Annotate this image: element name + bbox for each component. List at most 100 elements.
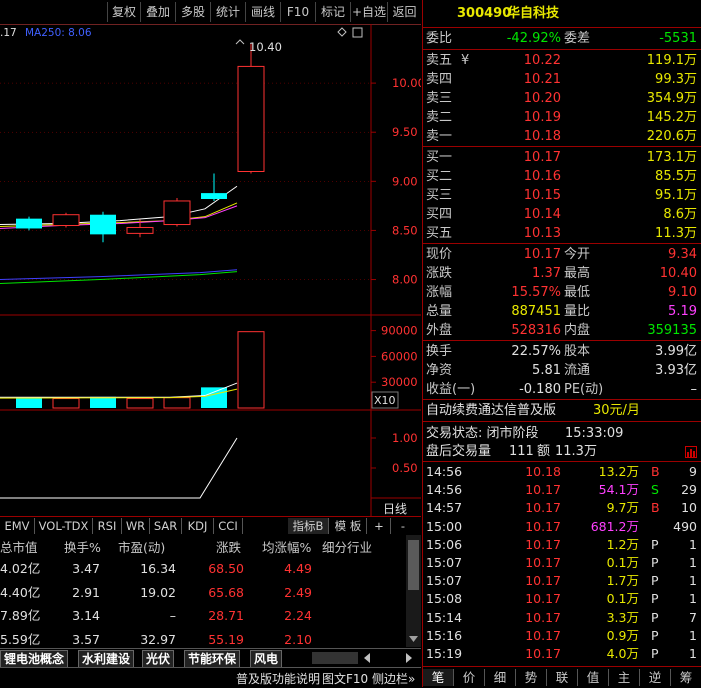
- sector-tab-scrollbar[interactable]: [312, 652, 358, 664]
- stat-value: 10.17: [523, 247, 561, 262]
- candle-body: [90, 214, 116, 235]
- tick-row[interactable]: 14:56 10.17 54.1万 S 29: [423, 481, 701, 499]
- ask-row[interactable]: 卖三 10.20 354.9万: [423, 89, 701, 108]
- toolbar-overlay-button[interactable]: 叠加: [140, 2, 175, 22]
- tick-count: 1: [689, 573, 697, 589]
- toolbar-restore-rights-button[interactable]: 复权: [107, 2, 140, 22]
- bid-row[interactable]: 买一 10.17 173.1万: [423, 148, 701, 167]
- ad-row[interactable]: 自动续费通达信普及版 30元/月: [423, 401, 701, 420]
- block-table-row[interactable]: 4.40亿 2.91 19.02 65.68 2.49: [0, 581, 405, 604]
- tab-cci[interactable]: CCI: [214, 518, 243, 534]
- quote-tab[interactable]: 筹: [671, 669, 701, 686]
- quote-tab[interactable]: 值: [578, 669, 609, 686]
- toolbar-statistics-button[interactable]: 统计: [210, 2, 245, 22]
- quote-tab[interactable]: 细: [485, 669, 516, 686]
- ask-row[interactable]: 卖二 10.19 145.2万: [423, 108, 701, 127]
- tick-row[interactable]: 15:14 10.17 3.3万 P 7: [423, 609, 701, 627]
- cell-mcap: 7.89亿: [0, 608, 41, 623]
- ask-row[interactable]: 卖四 10.21 99.3万: [423, 70, 701, 89]
- toolbar-mark-button[interactable]: 标记: [315, 2, 350, 22]
- ask-row[interactable]: 卖一 10.18 220.6万: [423, 127, 701, 146]
- toolbar-multi-stock-button[interactable]: 多股: [175, 2, 210, 22]
- ad-price[interactable]: 30元/月: [593, 401, 640, 420]
- indicator-tab-bar: EMV VOL-TDX RSI WR SAR KDJ CCI 指标B 模 板 +…: [0, 516, 421, 535]
- header-sub-industry[interactable]: 细分行业: [322, 537, 372, 556]
- indicator-remove-button[interactable]: -: [392, 518, 414, 534]
- candle-body: [237, 65, 265, 172]
- indicator-add-button[interactable]: +: [368, 518, 391, 534]
- ask-row[interactable]: 卖五 ¥10.22 119.1万: [423, 51, 701, 70]
- ad-text[interactable]: 自动续费通达信普及版: [426, 401, 556, 420]
- bar-chart-icon[interactable]: [685, 446, 697, 458]
- tick-row[interactable]: 15:06 10.17 1.2万 P 1: [423, 536, 701, 554]
- quote-tab[interactable]: 主: [609, 669, 640, 686]
- tick-volume: 1.7万: [606, 573, 639, 589]
- quote-tab[interactable]: 逆: [640, 669, 671, 686]
- toolbar-back-button[interactable]: 返回: [387, 2, 421, 22]
- quote-tab[interactable]: 价: [454, 669, 485, 686]
- window-toggle-icon[interactable]: [352, 27, 363, 38]
- sector-tab-energy-saving[interactable]: 节能环保: [184, 650, 241, 668]
- kline-chart[interactable]: .17 MA250: 8.06 10.00 9.50 9.00 8.50 8.00 90…: [0, 24, 421, 516]
- bottom-strip: 普及版功能说明 图文F10 侧边栏»: [0, 667, 421, 688]
- header-total-mcap[interactable]: 总市值: [0, 537, 38, 556]
- sidebar-link[interactable]: 侧边栏»: [372, 670, 415, 687]
- sector-tab-wind[interactable]: 风电: [250, 650, 283, 668]
- sector-tab-water[interactable]: 水利建设: [78, 650, 135, 668]
- cell-change: 65.68: [208, 584, 244, 600]
- tab-sar[interactable]: SAR: [150, 518, 182, 534]
- header-turnover[interactable]: 换手%: [64, 537, 101, 556]
- fundamental-label: PE(动): [564, 382, 604, 397]
- block-table-row[interactable]: 4.02亿 3.47 16.34 68.50 4.49: [0, 557, 405, 580]
- toolbar-draw-line-button[interactable]: 画线: [245, 2, 280, 22]
- bid-row[interactable]: 买二 10.16 85.5万: [423, 167, 701, 186]
- f10-link[interactable]: 图文F10: [322, 670, 368, 687]
- bid-row[interactable]: 买四 10.14 8.6万: [423, 205, 701, 224]
- bid-label: 买一: [426, 150, 453, 165]
- header-change[interactable]: 涨跌: [216, 537, 241, 556]
- help-link[interactable]: 普及版功能说明: [236, 670, 320, 687]
- tick-price: 10.17: [525, 591, 561, 607]
- header-pe[interactable]: 市盈(动): [118, 537, 165, 556]
- tick-time: 14:57: [426, 500, 463, 516]
- tab-kdj[interactable]: KDJ: [182, 518, 214, 534]
- sector-tab-pv[interactable]: 光伏: [142, 650, 175, 668]
- toolbar-f10-button[interactable]: F10: [280, 2, 315, 22]
- bid-row[interactable]: 买五 10.13 11.3万: [423, 224, 701, 243]
- tick-side: P: [651, 573, 659, 589]
- quote-tab[interactable]: 联: [547, 669, 578, 686]
- header-avg-change[interactable]: 均涨幅%: [262, 537, 311, 556]
- ask-label: 卖一: [426, 129, 453, 144]
- block-table-row[interactable]: 7.89亿 3.14 – 28.71 2.24: [0, 604, 405, 627]
- tick-row[interactable]: 15:00 10.17 681.2万 490: [423, 518, 701, 536]
- tick-row[interactable]: 15:16 10.17 0.9万 P 1: [423, 627, 701, 645]
- index-b-button[interactable]: 指标B: [288, 518, 329, 534]
- template-button[interactable]: 模 板: [330, 518, 367, 534]
- tick-row[interactable]: 15:07 10.17 0.1万 P 1: [423, 554, 701, 572]
- stat-value: 9.34: [668, 247, 697, 262]
- quote-tab[interactable]: 笔: [423, 669, 454, 686]
- tab-rsi[interactable]: RSI: [93, 518, 122, 534]
- bid-row[interactable]: 买三 10.15 95.1万: [423, 186, 701, 205]
- sector-tab-nav[interactable]: [362, 652, 416, 664]
- tick-row[interactable]: 14:56 10.18 13.2万 B 9: [423, 463, 701, 481]
- quote-tab[interactable]: 势: [516, 669, 547, 686]
- tick-price: 10.17: [525, 627, 561, 643]
- trade-status-time: 15:33:09: [565, 426, 624, 441]
- day-line-label[interactable]: 日线: [383, 502, 407, 516]
- diamond-icon[interactable]: [337, 27, 347, 37]
- sector-tab-lithium[interactable]: 锂电池概念: [0, 650, 69, 668]
- ask-price: 10.19: [523, 110, 561, 125]
- weicha-label: 委差: [564, 31, 591, 46]
- block-table-scroll-thumb[interactable]: [408, 540, 419, 590]
- tab-vol-tdx[interactable]: VOL-TDX: [35, 518, 93, 534]
- tick-row[interactable]: 15:07 10.17 1.7万 P 1: [423, 572, 701, 590]
- scroll-down-icon[interactable]: [408, 634, 419, 644]
- ask-volume: 354.9万: [646, 91, 697, 106]
- tab-emv[interactable]: EMV: [0, 518, 35, 534]
- toolbar-add-watchlist-button[interactable]: +自选: [350, 2, 387, 22]
- tick-row[interactable]: 15:19 10.17 4.0万 P 1: [423, 645, 701, 663]
- tick-row[interactable]: 14:57 10.17 9.7万 B 10: [423, 499, 701, 517]
- tab-wr[interactable]: WR: [122, 518, 150, 534]
- tick-row[interactable]: 15:08 10.17 0.1万 P 1: [423, 590, 701, 608]
